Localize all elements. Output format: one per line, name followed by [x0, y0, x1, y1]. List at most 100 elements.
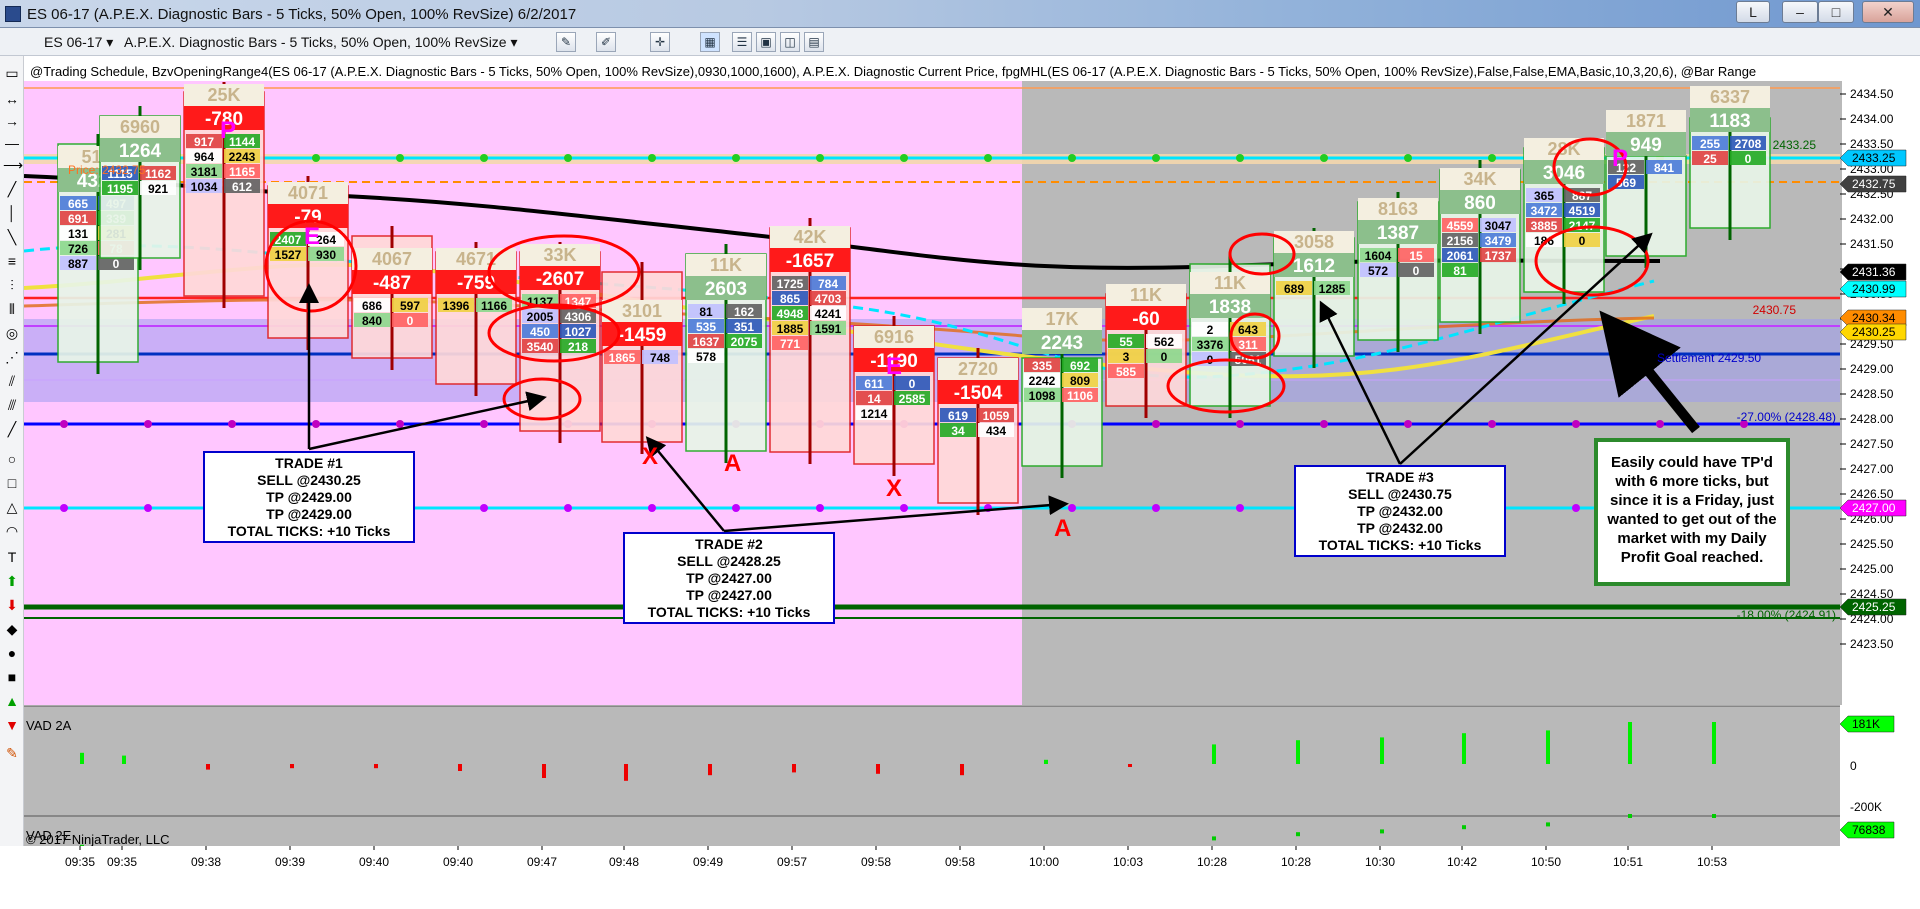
price-tag-label: 2430.25 [1852, 325, 1896, 339]
extended-line-tool-icon[interactable]: ⟶ [3, 156, 23, 174]
gann-tool-icon[interactable]: ⋰ [3, 348, 21, 366]
vad-bar [1296, 740, 1300, 764]
arrow-up-tool-icon[interactable]: ⬆ [3, 572, 21, 590]
time-tick-label: 09:57 [777, 855, 807, 869]
footprint-cell: 726 [68, 242, 88, 256]
pencil-tool-icon[interactable]: ✎ [3, 744, 21, 762]
fib-time-tool-icon[interactable]: ⦀ [3, 300, 21, 318]
bar-volume: 3058 [1294, 232, 1334, 252]
time-tick-label: 09:58 [861, 855, 891, 869]
rectangle-tool-icon[interactable]: □ [3, 474, 21, 492]
line-tool-icon[interactable]: ╱ [3, 180, 21, 198]
green-level-label: 2433.25 [1773, 138, 1817, 152]
footprint-cell: 535 [696, 320, 716, 334]
footprint-cell: 2005 [527, 310, 554, 324]
footprint-cell: 597 [400, 299, 420, 313]
dot-tool-icon[interactable]: ● [3, 644, 21, 662]
scale-icon[interactable]: ◫ [780, 32, 800, 52]
minimize-button[interactable]: – [1782, 1, 1818, 23]
diagnostic-bar: 25K-780917 1144964 22433181 11651034 612 [183, 82, 265, 308]
channel-tool-icon[interactable]: ╲ [3, 228, 21, 246]
ellipse-tool-icon[interactable]: ○ [3, 450, 21, 468]
footprint-cell: 335 [1032, 359, 1052, 373]
time-tick-label: 09:49 [693, 855, 723, 869]
fib-ext-tool-icon[interactable]: ⫶ [3, 276, 21, 294]
footprint-cell: 692 [1070, 359, 1090, 373]
bar-volume: 6960 [120, 117, 160, 137]
square-tool-icon[interactable]: ■ [3, 668, 21, 686]
ray-tool-icon[interactable]: → [3, 112, 21, 130]
pointer-tool-icon[interactable]: ▭ [3, 64, 21, 82]
footprint-cell: 1885 [777, 322, 804, 336]
time-tick-label: 09:48 [609, 855, 639, 869]
vad-bar [1128, 764, 1132, 767]
bar-volume: 17K [1045, 309, 1078, 329]
chart-style-icon[interactable]: ▦ [700, 32, 720, 52]
footprint-cell: 930 [316, 248, 336, 262]
vad-tag-label: 76838 [1852, 823, 1886, 837]
triangle-down-tool-icon[interactable]: ▼ [3, 716, 21, 734]
text-tool-icon[interactable]: T [3, 548, 21, 566]
marker-p-2: P [220, 117, 236, 144]
image-icon[interactable]: ▣ [756, 32, 776, 52]
level-dot [60, 504, 68, 512]
footprint-cell: 572 [1368, 264, 1388, 278]
price-tag-label: 2427.00 [1852, 501, 1896, 515]
level-dot [1488, 420, 1496, 428]
vad-bar [624, 764, 628, 781]
arrow-tool-icon[interactable]: ↔ [3, 90, 21, 108]
properties-icon[interactable]: ☰ [732, 32, 752, 52]
arrow-down-tool-icon[interactable]: ⬇ [3, 596, 21, 614]
document-icon[interactable]: ▤ [804, 32, 824, 52]
vad-label: VAD 2A [26, 718, 72, 733]
instrument-selector[interactable]: ES 06-17 ▾ [44, 31, 113, 53]
maximize-button[interactable]: □ [1818, 1, 1854, 23]
bar-type-selector[interactable]: A.P.E.X. Diagnostic Bars - 5 Ticks, 50% … [124, 31, 518, 53]
chart-toolbar: ES 06-17 ▾ A.P.E.X. Diagnostic Bars - 5 … [0, 28, 1920, 56]
vad-panel [24, 706, 1840, 846]
marker-x-2: X [886, 475, 902, 502]
regression-tool-icon[interactable]: ⫻ [3, 396, 21, 414]
triangle-up-tool-icon[interactable]: ▲ [3, 692, 21, 710]
pencil-icon[interactable]: ✎ [556, 32, 576, 52]
vline-tool-icon[interactable]: │ [3, 204, 21, 222]
vad-bar [876, 764, 880, 774]
note-line-2: with 6 more ticks, but [1614, 473, 1768, 490]
level-dot [816, 154, 824, 162]
note-line-1: Easily could have TP'd [1611, 454, 1773, 471]
vad-bar [1712, 722, 1716, 764]
vad-bar [708, 764, 712, 776]
triangle-tool-icon[interactable]: △ [3, 498, 21, 516]
ruler-tool-icon[interactable]: ╱ [3, 420, 21, 438]
diamond-tool-icon[interactable]: ◆ [3, 620, 21, 638]
level-dot [900, 154, 908, 162]
time-axis: 09:35 09:35 09:38 09:39 09:40 09:40 09:47 09:48… [0, 846, 1920, 904]
marker-e-2: E [304, 223, 320, 250]
price-tag-label: 2430.34 [1852, 311, 1896, 325]
footprint-cell: 665 [68, 197, 88, 211]
close-button[interactable]: ✕ [1862, 1, 1914, 23]
chart-area[interactable]: @Trading Schedule, BzvOpeningRange4(ES 0… [23, 56, 1920, 860]
footprint-cell: 578 [696, 350, 716, 364]
footprint-cell: 3479 [1485, 234, 1512, 248]
red-level-label: 2430.75 [1753, 303, 1797, 317]
price-tick-label: 2425.00 [1850, 562, 1894, 576]
crosshair-icon[interactable]: ✛ [650, 32, 670, 52]
diagnostic-bar: 17K 2243 335 692 2242 809 1098 1106 [1021, 308, 1103, 478]
bar-volume: 33K [543, 245, 576, 265]
fib-circle-tool-icon[interactable]: ◎ [3, 324, 21, 342]
time-tick-label: 10:28 [1281, 855, 1311, 869]
andrews-tool-icon[interactable]: ⫽ [3, 372, 21, 390]
link-button[interactable]: L [1736, 1, 1770, 23]
footprint-cell: 1285 [1319, 282, 1346, 296]
draw-tool-icon[interactable]: ✐ [596, 32, 616, 52]
footprint-cell: 1725 [777, 277, 804, 291]
price-tag-label: 2430.99 [1852, 282, 1896, 296]
hline-tool-icon[interactable]: — [3, 134, 21, 152]
fib-retrace-tool-icon[interactable]: ≡ [3, 252, 21, 270]
trade3-tp1: TP @2432.00 [1357, 503, 1443, 519]
price-chart[interactable]: @Trading Schedule, BzvOpeningRange4(ES 0… [23, 56, 1920, 860]
footprint-cell: 0 [1413, 264, 1420, 278]
arc-tool-icon[interactable]: ◠ [3, 522, 21, 540]
trade1-title: TRADE #1 [275, 455, 343, 471]
